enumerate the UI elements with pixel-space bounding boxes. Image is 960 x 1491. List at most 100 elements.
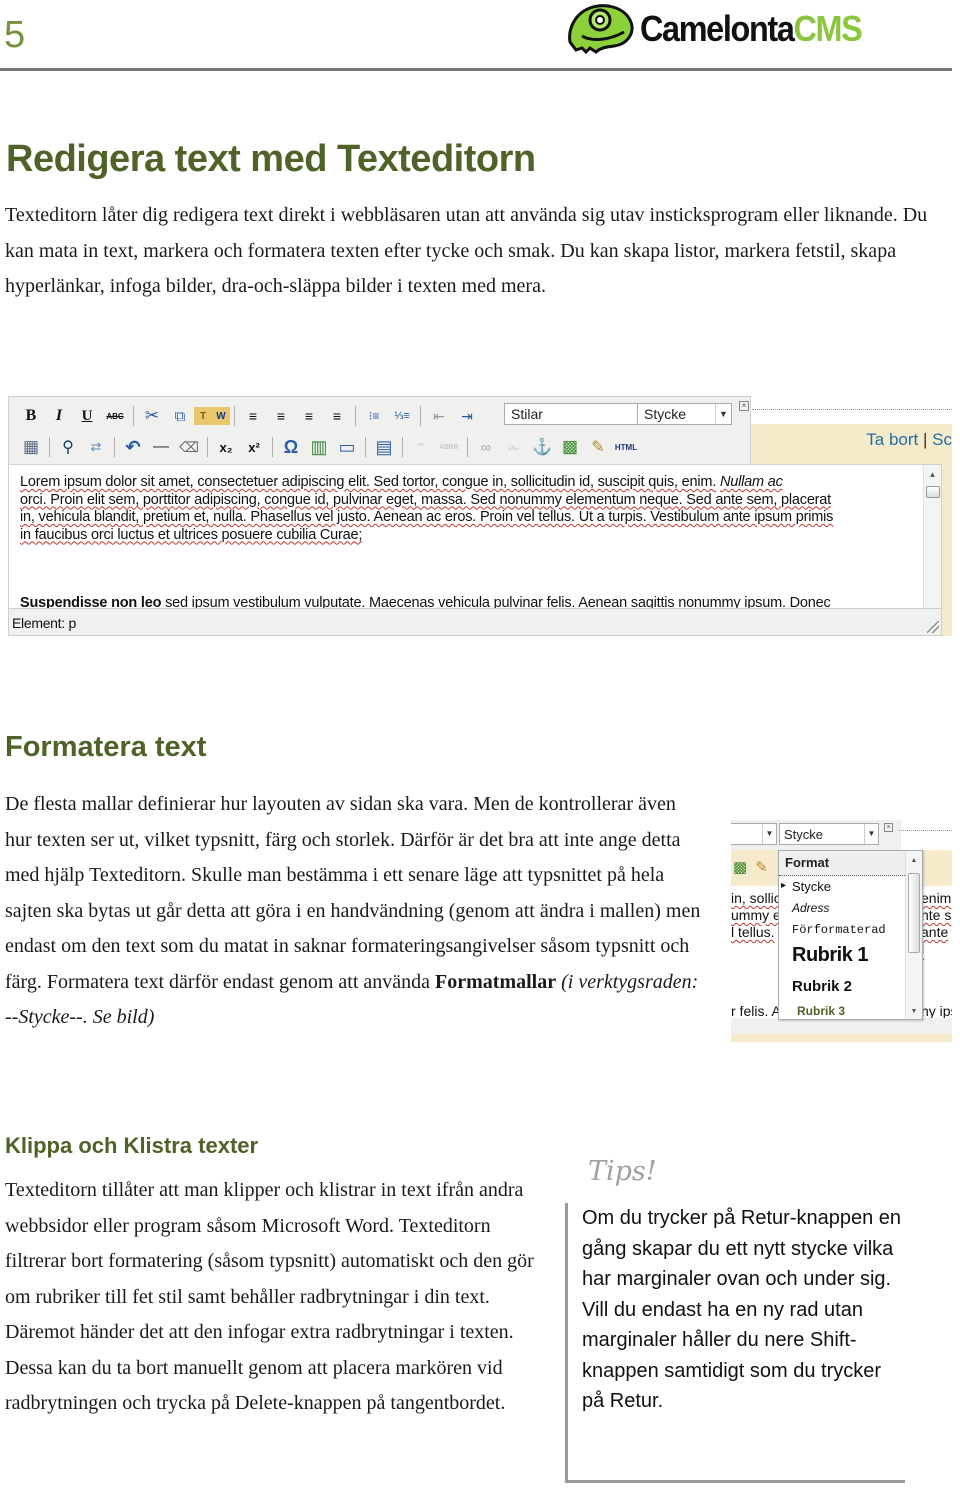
dropdown-item-heading-3[interactable]: Rubrik 3 <box>784 1004 910 1018</box>
strikethrough-icon[interactable]: ABC <box>101 404 129 428</box>
link-separator: | <box>923 430 928 449</box>
bold-icon[interactable]: B <box>17 404 45 428</box>
paste-text-icon[interactable]: T <box>194 407 212 425</box>
template-icon[interactable]: ▤ <box>370 435 398 459</box>
background-text-bottom-left: r felis. A <box>731 1003 781 1019</box>
text-editor-screenshot: B I U ABC ✂ ⧉ T W ≡ ≡ ≡ ≡ ⁝≡ ⅓≡ ⇤ ⇥ ▦ ⚲ ⇄ ↶ — ⌫ x₂ x² Ω ▥ ▭ ▤ “” ABB… <box>8 396 952 636</box>
resize-grip-icon[interactable] <box>927 621 939 633</box>
dropdown-item-heading-2[interactable]: Rubrik 2 <box>779 978 905 995</box>
align-center-icon[interactable]: ≡ <box>267 404 295 428</box>
editor-statusbar: Element: p <box>8 608 942 636</box>
align-right-icon[interactable]: ≡ <box>295 404 323 428</box>
close-icon[interactable]: × <box>739 401 749 411</box>
scroll-thumb[interactable] <box>908 873 920 953</box>
outdent-icon[interactable]: ⇤ <box>425 404 453 428</box>
dropdown-item-heading-1[interactable]: Rubrik 1 <box>779 944 905 967</box>
chevron-down-icon: ▼ <box>715 404 731 424</box>
remove-link[interactable]: Ta bort <box>866 430 918 449</box>
action-bar-edge <box>942 464 952 636</box>
toolbar-separator <box>420 406 421 426</box>
styles-select[interactable]: ▼ <box>731 823 777 845</box>
tips-title: Tips! <box>588 1156 657 1187</box>
close-icon[interactable]: × <box>884 823 893 832</box>
dropdown-item-adress[interactable]: Adress <box>779 901 905 915</box>
media-icon[interactable]: ▥ <box>305 435 333 459</box>
find-icon[interactable]: ⚲ <box>54 435 82 459</box>
section-title-editor: Redigera text med Texteditorn <box>6 138 536 180</box>
header-divider <box>0 68 952 71</box>
copy-icon[interactable]: ⧉ <box>166 404 194 428</box>
subscript-icon[interactable]: x₂ <box>212 435 240 459</box>
editor-line: in faucibus orci luctus et ultrices posu… <box>20 526 363 543</box>
logo-text: CamelontaCMS <box>640 8 863 49</box>
eraser-icon[interactable]: ⌫ <box>175 435 203 459</box>
editor-scrollbar[interactable]: ▲ ▼ <box>923 465 941 623</box>
intro-paragraph: Texteditorn låter dig redigera text dire… <box>5 204 928 297</box>
cut-icon[interactable]: ✂ <box>138 404 166 428</box>
action-links: Ta bort | Sc <box>866 430 952 450</box>
image-icon[interactable]: ▩ <box>733 858 747 877</box>
replace-icon[interactable]: ⇄ <box>82 435 110 459</box>
toolbar-separator <box>207 437 208 457</box>
paste-paragraph: Texteditorn tillåter att man klipper och… <box>5 1179 534 1414</box>
paste-word-icon[interactable]: W <box>212 407 230 425</box>
abbr-icon[interactable]: ABBR <box>435 435 463 459</box>
styles-select[interactable]: Stilar ▼ <box>504 403 654 425</box>
scroll-up-icon[interactable]: ▲ <box>924 467 941 483</box>
toolbar-separator <box>114 437 115 457</box>
toolbar-separator <box>234 406 235 426</box>
special-char-icon[interactable]: Ω <box>277 435 305 459</box>
toolbar-separator <box>467 437 468 457</box>
link-icon[interactable]: ∞ <box>472 435 500 459</box>
camelonta-logo: CamelontaCMS <box>566 2 912 56</box>
numbered-list-icon[interactable]: ⅓≡ <box>388 404 416 428</box>
format-select[interactable]: Stycke ▼ <box>637 403 732 425</box>
chevron-down-icon: ▼ <box>864 824 878 844</box>
italic-icon[interactable]: I <box>45 404 73 428</box>
unlink-icon[interactable]: ⧜ <box>500 435 528 459</box>
dropdown-statusbar <box>731 1018 952 1034</box>
toolbar-row-2: ▦ ⚲ ⇄ ↶ — ⌫ x₂ x² Ω ▥ ▭ ▤ “” ABBR ∞ ⧜ ⚓ ▩ ✎ HTML <box>17 433 640 461</box>
image-icon[interactable]: ▩ <box>556 435 584 459</box>
dropdown-item-preformatted[interactable]: Förformaterad <box>779 923 905 937</box>
html-icon[interactable]: HTML <box>612 435 640 459</box>
scroll-up-icon[interactable]: ▲ <box>906 857 922 864</box>
element-path: Element: p <box>12 615 76 631</box>
undo-icon[interactable]: ↶ <box>119 435 147 459</box>
cleanup-icon[interactable]: ✎ <box>755 858 768 877</box>
section-title-format: Formatera text <box>5 731 207 763</box>
dotted-divider <box>752 409 952 410</box>
chameleon-icon <box>568 4 634 55</box>
superscript-icon[interactable]: x² <box>240 435 268 459</box>
input-field-icon[interactable]: ▭ <box>333 435 361 459</box>
quote-icon[interactable]: “” <box>407 435 435 459</box>
format-dropdown-menu[interactable]: Format Stycke Adress Förformaterad Rubri… <box>778 850 923 1020</box>
dropdown-header: Format <box>779 851 905 876</box>
indent-icon[interactable]: ⇥ <box>453 404 481 428</box>
toolbar-separator <box>365 437 366 457</box>
underline-icon[interactable]: U <box>73 404 101 428</box>
next-link[interactable]: Sc <box>932 430 952 449</box>
toolbar-separator <box>49 437 50 457</box>
scroll-thumb[interactable] <box>926 486 940 498</box>
anchor-icon[interactable]: ⚓ <box>528 435 556 459</box>
edit-table-icon[interactable]: ▦ <box>17 435 45 459</box>
background-text-right: enim nte s ante i <box>921 890 952 957</box>
format-select[interactable]: Stycke ▼ <box>779 823 879 845</box>
background-text-bottom-right: ny ips <box>921 1003 952 1019</box>
format-dropdown-screenshot: ▼ Stycke ▼ × ▩ ✎ in, sollic ummy el l tel… <box>731 820 952 1042</box>
bullet-list-icon[interactable]: ⁝≡ <box>360 404 388 428</box>
dropdown-item-stycke[interactable]: Stycke <box>779 879 905 894</box>
toolbar-separator <box>402 437 403 457</box>
align-left-icon[interactable]: ≡ <box>239 404 267 428</box>
scroll-down-icon[interactable]: ▼ <box>906 1008 922 1015</box>
cleanup-icon[interactable]: ✎ <box>584 435 612 459</box>
editor-line: orci. Proin elit sem, porttitor adipisci… <box>20 491 832 508</box>
format-select-value: Stycke <box>644 406 687 422</box>
editor-content-area[interactable]: Lorem ipsum dolor sit amet, consectetuer… <box>8 464 942 624</box>
editor-line: Lorem ipsum dolor sit amet, consectetuer… <box>20 474 783 490</box>
horizontal-rule-icon[interactable]: — <box>147 435 175 459</box>
align-justify-icon[interactable]: ≡ <box>323 404 351 428</box>
page-number: 5 <box>4 14 26 56</box>
dropdown-scrollbar[interactable]: ▲ ▼ <box>905 851 922 1019</box>
